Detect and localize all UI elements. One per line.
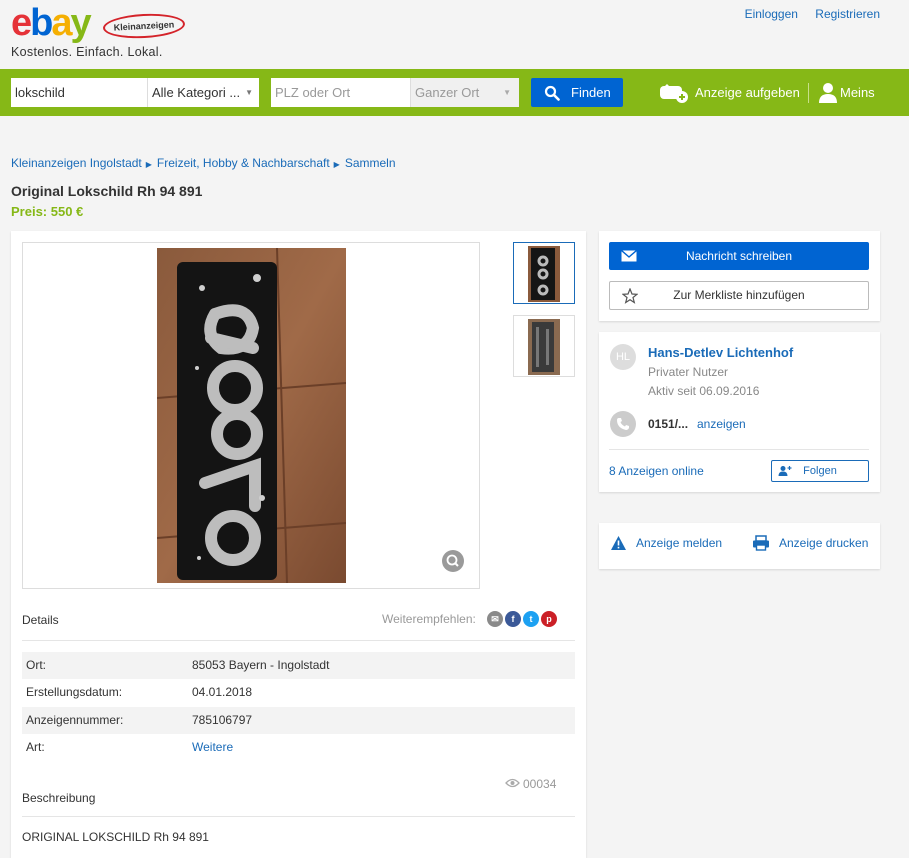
breadcrumb-item[interactable]: Sammeln — [345, 156, 396, 170]
share-label: Weiterempfehlen: — [382, 612, 476, 626]
divider — [22, 816, 575, 817]
seller-active-since: Aktiv seit 06.09.2016 — [648, 384, 760, 398]
description-text: ORIGINAL LOKSCHILD Rh 94 891 — [22, 830, 209, 844]
find-button[interactable]: Finden — [531, 78, 623, 107]
detail-value: 04.01.2018 — [192, 685, 253, 699]
detail-row: Ort: 85053 Bayern - Ingolstadt — [22, 652, 575, 679]
divider — [22, 640, 575, 641]
logo-wordmark: ebay — [11, 2, 92, 44]
facebook-share-icon[interactable]: f — [505, 611, 521, 627]
detail-value-link[interactable]: Weitere — [192, 734, 233, 761]
detail-row: Anzeigennummer: 785106797 — [22, 707, 575, 734]
seller-type: Privater Nutzer — [648, 365, 729, 379]
add-user-icon — [778, 466, 792, 476]
actions-card: Anzeige melden Anzeige drucken — [599, 523, 880, 569]
location-input[interactable]: PLZ oder Ort — [271, 78, 411, 107]
printer-icon — [753, 535, 769, 551]
breadcrumb: Kleinanzeigen Ingolstadt ▶ Freizeit, Hobby… — [11, 156, 396, 170]
top-header: ebay Kleinanzeigen Kostenlos. Einfach. L… — [0, 0, 909, 68]
detail-row: Art: Weitere — [22, 734, 575, 761]
search-bar: lokschild Alle Kategori ... ▼ PLZ oder O… — [0, 69, 909, 116]
watchlist-button[interactable]: Zur Merkliste hinzufügen — [609, 281, 869, 310]
meins-label: Meins — [840, 85, 875, 100]
mail-share-icon[interactable]: ✉ — [487, 611, 503, 627]
post-ad-button[interactable]: Anzeige aufgeben — [659, 81, 800, 105]
detail-key: Ort: — [26, 658, 46, 672]
warning-icon — [611, 536, 626, 550]
detail-key: Art: — [26, 740, 45, 754]
view-count: 00034 — [523, 777, 557, 791]
twitter-share-icon[interactable]: t — [523, 611, 539, 627]
chevron-down-icon: ▼ — [503, 88, 511, 97]
listing-card: Details Weiterempfehlen: ✉ f t p Ort: 85053… — [11, 231, 586, 858]
post-ad-icon — [660, 84, 688, 103]
envelope-icon — [621, 250, 637, 262]
search-input[interactable]: lokschild — [11, 78, 148, 107]
seller-ads-link[interactable]: 8 Anzeigen online — [609, 464, 704, 478]
tagline: Kostenlos. Einfach. Lokal. — [11, 45, 163, 59]
thumbnail[interactable] — [513, 315, 575, 377]
user-icon — [819, 83, 837, 103]
search-icon — [544, 85, 560, 101]
description-heading: Beschreibung — [22, 791, 96, 805]
star-icon — [622, 288, 638, 304]
login-link[interactable]: Einloggen — [745, 7, 798, 21]
radius-select[interactable]: Ganzer Ort ▼ — [410, 78, 519, 107]
details-heading: Details — [22, 613, 59, 627]
detail-key: Anzeigennummer: — [26, 713, 124, 727]
thumbnail[interactable] — [513, 242, 575, 304]
send-message-button[interactable]: Nachricht schreiben — [609, 242, 869, 270]
print-ad-link[interactable]: Anzeige drucken — [752, 535, 868, 552]
category-select-value: Alle Kategori ... — [152, 85, 241, 100]
radius-select-value: Ganzer Ort — [415, 85, 480, 100]
chevron-down-icon: ▼ — [245, 88, 253, 97]
breadcrumb-arrow-icon: ▶ — [145, 160, 152, 169]
detail-value: 785106797 — [192, 713, 253, 727]
account-links: Einloggen Registrieren — [731, 7, 880, 21]
detail-row: Erstellungsdatum: 04.01.2018 — [22, 679, 575, 706]
breadcrumb-item[interactable]: Kleinanzeigen Ingolstadt — [11, 156, 142, 170]
show-phone-link[interactable]: anzeigen — [697, 417, 746, 431]
print-ad-label: Anzeige drucken — [779, 536, 869, 550]
detail-value: 85053 Bayern - Ingolstadt — [192, 658, 330, 672]
report-ad-link[interactable]: Anzeige melden — [610, 535, 722, 552]
pinterest-share-icon[interactable]: p — [541, 611, 557, 627]
image-gallery[interactable] — [22, 242, 480, 589]
category-select[interactable]: Alle Kategori ... ▼ — [147, 78, 259, 107]
follow-label: Folgen — [803, 465, 837, 477]
report-ad-label: Anzeige melden — [636, 536, 723, 550]
detail-key: Erstellungsdatum: — [26, 685, 123, 699]
divider — [808, 83, 809, 103]
listing-photo[interactable] — [157, 248, 346, 583]
contact-card: Nachricht schreiben Zur Merkliste hinzuf… — [599, 231, 880, 321]
meins-button[interactable]: Meins — [818, 81, 875, 105]
send-message-label: Nachricht schreiben — [685, 249, 793, 263]
breadcrumb-item[interactable]: Freizeit, Hobby & Nachbarschaft — [157, 156, 330, 170]
listing-title: Original Lokschild Rh 94 891 — [11, 183, 203, 199]
breadcrumb-arrow-icon: ▶ — [333, 160, 340, 169]
zoom-icon[interactable] — [442, 550, 464, 572]
eye-icon — [505, 778, 520, 788]
seller-name[interactable]: Hans-Detlev Lichtenhof — [648, 345, 793, 360]
watchlist-label: Zur Merkliste hinzufügen — [673, 288, 805, 302]
phone-number: 0151/... — [648, 417, 689, 431]
avatar: HL — [610, 344, 636, 370]
logo-subtitle: Kleinanzeigen — [102, 11, 186, 41]
register-link[interactable]: Registrieren — [815, 7, 880, 21]
find-button-label: Finden — [571, 85, 611, 100]
follow-button[interactable]: Folgen — [771, 460, 869, 482]
share-buttons: ✉ f t p — [487, 611, 559, 627]
view-counter: 00034 — [505, 777, 557, 791]
ebay-kleinanzeigen-logo[interactable]: ebay Kleinanzeigen — [11, 2, 186, 44]
phone-icon — [610, 411, 636, 437]
listing-price: Preis: 550 € — [11, 204, 84, 219]
seller-card: HL Hans-Detlev Lichtenhof Privater Nutze… — [599, 332, 880, 492]
divider — [609, 449, 869, 450]
post-ad-label: Anzeige aufgeben — [695, 85, 800, 100]
